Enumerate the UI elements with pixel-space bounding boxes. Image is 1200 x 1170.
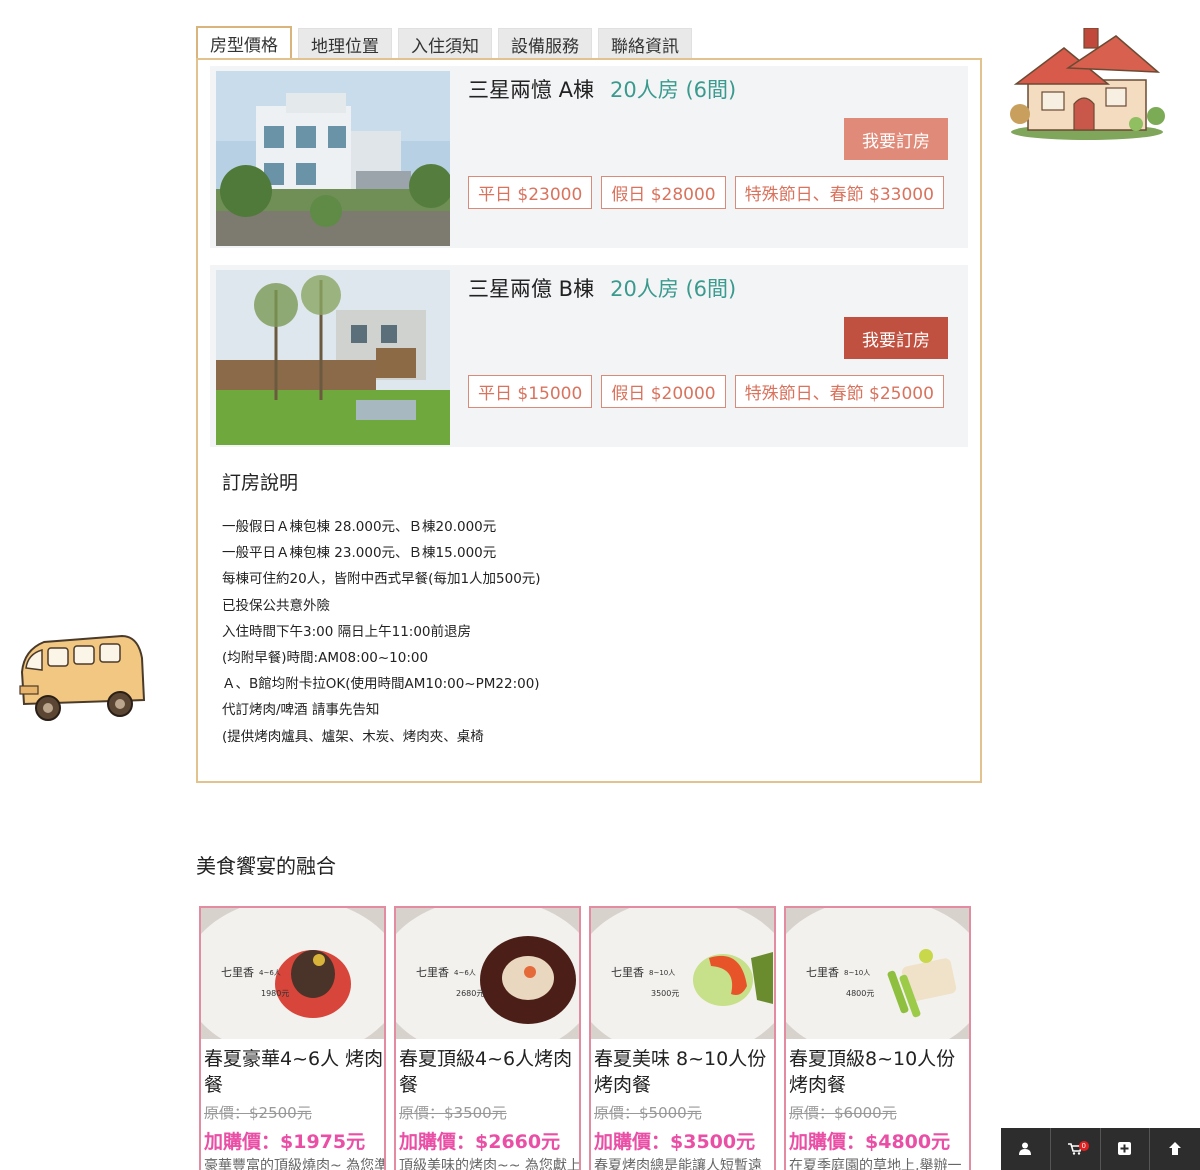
room-b-title: 三星兩億 B棟 20人房 (6間): [468, 273, 736, 303]
plate-size: 4~6人: [259, 969, 281, 977]
back-to-top-button[interactable]: [1150, 1128, 1200, 1170]
note-line: 入住時間下午3:00 隔日上午11:00前退房: [222, 623, 472, 640]
food-description: 在夏季庭園的草地上,舉辦一: [789, 1158, 962, 1170]
food-card[interactable]: 七里香 4~6人 1980元 春夏豪華4~6人 烤肉餐 原價：$2500元 加購…: [199, 906, 386, 1170]
dish-photo: 七里香 8~10人 4800元: [786, 908, 969, 1039]
note-line: 一般假日Ａ棟包棟 28.000元、Ｂ棟20.000元: [222, 519, 497, 535]
room-a-festival-price: 特殊節日、春節 $33000: [734, 176, 944, 209]
floating-toolbar: 0: [1001, 1128, 1200, 1170]
plate-brand: 七里香: [611, 966, 644, 979]
food-name: 春夏美味 8~10人份烤肉餐: [594, 1048, 767, 1096]
tab-room-price[interactable]: 房型價格: [196, 26, 292, 61]
cart-count-badge: 0: [1078, 1141, 1089, 1151]
plate-price: 4800元: [846, 989, 875, 998]
dish-photo: 七里香 4~6人 2680元: [396, 908, 579, 1039]
note-line: (均附早餐)時間:AM08:00~10:00: [222, 650, 429, 667]
room-a-prices: 平日 $23000 假日 $28000 特殊節日、春節 $33000: [468, 176, 944, 209]
room-b-capacity: 20人房 (6間): [610, 277, 737, 301]
cart-button[interactable]: 0: [1050, 1128, 1101, 1170]
food-name: 春夏頂級8~10人份烤肉餐: [789, 1048, 956, 1096]
note-line: 一般平日Ａ棟包棟 23.000元、Ｂ棟15.000元: [222, 545, 497, 562]
plate-size: 8~10人: [649, 969, 676, 977]
van-illustration: [14, 628, 150, 724]
food-description: 春夏烤肉總是能讓人短暫遠: [594, 1158, 762, 1170]
note-line: Ａ、B館均附卡拉OK(使用時間AM10:00~PM22:00): [222, 676, 540, 693]
plate-price: 3500元: [651, 989, 680, 998]
plate-brand: 七里香: [806, 966, 839, 979]
room-b-prices: 平日 $15000 假日 $20000 特殊節日、春節 $25000: [468, 375, 944, 408]
book-room-a-button[interactable]: 我要訂房: [844, 118, 948, 160]
food-description: 豪華豐富的頂級燒肉~ 為您準: [204, 1158, 385, 1170]
room-tabs: 房型價格 地理位置 入住須知 設備服務 聯絡資訊: [196, 26, 692, 61]
original-price: 原價：$6000元: [789, 1104, 897, 1122]
plate-price: 1980元: [261, 989, 290, 998]
food-description: 頂級美味的烤肉~~ 為您獻上: [399, 1158, 580, 1170]
room-b-weekday-price: 平日 $15000: [468, 375, 593, 408]
tab-location[interactable]: 地理位置: [298, 28, 392, 59]
room-a-title: 三星兩憶 A棟 20人房 (6間): [468, 74, 736, 104]
account-button[interactable]: [1001, 1128, 1051, 1170]
original-price: 原價：$5000元: [594, 1104, 702, 1122]
addon-price: 加購價：$3500元: [594, 1131, 756, 1153]
plate-price: 2680元: [456, 989, 485, 998]
booking-notes-list: 一般假日Ａ棟包棟 28.000元、Ｂ棟20.000元 一般平日Ａ棟包棟 23.0…: [222, 514, 541, 750]
plate-brand: 七里香: [221, 966, 254, 979]
book-room-b-button[interactable]: 我要訂房: [844, 317, 948, 359]
note-line: 已投保公共意外險: [222, 597, 330, 614]
plate-brand: 七里香: [416, 966, 449, 979]
plate-size: 4~6人: [454, 969, 476, 977]
room-b-name: 三星兩億 B棟: [468, 277, 595, 301]
room-b-festival-price: 特殊節日、春節 $25000: [734, 375, 944, 408]
house-illustration: [1008, 27, 1166, 140]
room-a-holiday-price: 假日 $28000: [601, 176, 726, 209]
food-card[interactable]: 七里香 4~6人 2680元 春夏頂級4~6人烤肉餐 原價：$3500元 加購價…: [394, 906, 581, 1170]
note-line: 代訂烤肉/啤酒 請事先告知: [222, 702, 380, 719]
food-name: 春夏頂級4~6人烤肉餐: [399, 1048, 573, 1096]
food-card[interactable]: 七里香 8~10人 4800元 春夏頂級8~10人份烤肉餐 原價：$6000元 …: [784, 906, 971, 1170]
tab-checkin-notice[interactable]: 入住須知: [398, 28, 492, 59]
room-b-photo: [216, 270, 450, 445]
room-price-panel: 三星兩憶 A棟 20人房 (6間) 我要訂房 平日 $23000 假日 $2800…: [196, 58, 982, 783]
addon-price: 加購價：$2660元: [399, 1131, 561, 1153]
food-card[interactable]: 七里香 8~10人 3500元 春夏美味 8~10人份烤肉餐 原價：$5000元…: [589, 906, 776, 1170]
tab-facilities[interactable]: 設備服務: [498, 28, 592, 59]
room-b-holiday-price: 假日 $20000: [601, 375, 726, 408]
note-line: 每棟可住約20人，皆附中西式早餐(每加1人加500元): [222, 571, 541, 588]
dish-photo: 七里香 8~10人 3500元: [591, 908, 774, 1039]
food-section-title: 美食饗宴的融合: [196, 854, 336, 878]
room-a-capacity: 20人房 (6間): [610, 78, 737, 102]
addon-price: 加購價：$1975元: [204, 1131, 366, 1153]
original-price: 原價：$2500元: [204, 1104, 312, 1122]
add-button[interactable]: [1100, 1128, 1151, 1170]
room-card-a: 三星兩憶 A棟 20人房 (6間) 我要訂房 平日 $23000 假日 $2800…: [210, 66, 968, 248]
plus-square-icon: [1118, 1140, 1132, 1159]
room-a-weekday-price: 平日 $23000: [468, 176, 593, 209]
dish-photo: 七里香 4~6人 1980元: [201, 908, 384, 1039]
room-a-name: 三星兩憶 A棟: [468, 78, 595, 102]
room-a-photo: [216, 71, 450, 246]
addon-price: 加購價：$4800元: [789, 1131, 951, 1153]
original-price: 原價：$3500元: [399, 1104, 507, 1122]
plate-size: 8~10人: [844, 969, 871, 977]
user-icon: [1019, 1140, 1032, 1159]
booking-notes-title: 訂房說明: [222, 472, 299, 494]
food-name: 春夏豪華4~6人 烤肉餐: [204, 1048, 384, 1096]
room-card-b: 三星兩億 B棟 20人房 (6間) 我要訂房 平日 $15000 假日 $2000…: [210, 265, 968, 447]
note-line: (提供烤肉爐具、爐架、木炭、烤肉夾、桌椅: [222, 728, 484, 745]
arrow-up-icon: [1169, 1140, 1182, 1159]
food-card-list: 七里香 4~6人 1980元 春夏豪華4~6人 烤肉餐 原價：$2500元 加購…: [199, 906, 971, 1170]
tab-contact[interactable]: 聯絡資訊: [598, 28, 692, 59]
